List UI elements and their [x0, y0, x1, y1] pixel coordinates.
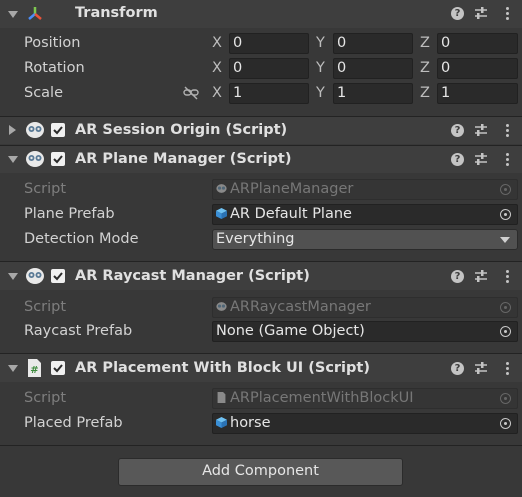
placed-prefab-label: Placed Prefab: [24, 415, 123, 431]
axis-z-label[interactable]: Z: [420, 60, 430, 76]
collapse-arrow-icon[interactable]: [8, 11, 18, 18]
prefab-icon: [216, 417, 227, 428]
object-picker-icon[interactable]: [500, 209, 511, 220]
object-picker-icon[interactable]: [500, 418, 511, 429]
position-z-field[interactable]: 0: [437, 33, 518, 54]
object-picker-icon[interactable]: [500, 326, 511, 337]
scale-y-field[interactable]: 1: [333, 83, 413, 104]
rotation-y-field[interactable]: 0: [333, 58, 413, 79]
object-picker-icon: [500, 184, 511, 195]
presets-icon[interactable]: [474, 152, 488, 166]
axis-y-label[interactable]: Y: [316, 85, 325, 101]
checkmark-icon: [53, 126, 63, 135]
position-label: Position: [24, 35, 81, 51]
script-label: Script: [24, 390, 67, 406]
scale-x-field[interactable]: 1: [229, 83, 309, 104]
more-options-icon[interactable]: [506, 270, 510, 285]
ar-plane-manager-title: AR Plane Manager (Script): [75, 151, 292, 167]
expand-arrow-icon[interactable]: [9, 125, 16, 135]
placed-prefab-value: horse: [230, 415, 271, 431]
help-icon[interactable]: ?: [451, 153, 464, 166]
presets-icon[interactable]: [474, 123, 488, 137]
rotation-label: Rotation: [24, 60, 85, 76]
script-label: Script: [24, 181, 67, 197]
script-label: Script: [24, 299, 67, 315]
enabled-checkbox[interactable]: [51, 269, 65, 283]
plane-prefab-value: AR Default Plane: [230, 206, 352, 222]
plane-prefab-label: Plane Prefab: [24, 206, 115, 222]
help-icon[interactable]: ?: [451, 362, 464, 375]
add-component-button[interactable]: Add Component: [118, 458, 403, 486]
presets-icon[interactable]: [474, 361, 488, 375]
detection-mode-label: Detection Mode: [24, 231, 139, 247]
more-options-icon[interactable]: [506, 7, 510, 22]
script-asset-icon: [216, 302, 227, 311]
chevron-down-icon: [500, 237, 510, 243]
enabled-checkbox[interactable]: [51, 361, 65, 375]
collapse-arrow-icon[interactable]: [8, 365, 18, 372]
help-icon[interactable]: ?: [451, 7, 464, 20]
axis-z-label[interactable]: Z: [420, 85, 430, 101]
object-picker-icon: [500, 393, 511, 404]
checkmark-icon: [53, 272, 63, 281]
script-value: ARPlaneManager: [230, 181, 354, 197]
script-component-icon: [26, 268, 44, 284]
script-component-icon: [26, 122, 44, 138]
checkmark-icon: [53, 155, 63, 164]
position-x-field[interactable]: 0: [229, 33, 309, 54]
collapse-arrow-icon[interactable]: [8, 156, 18, 163]
axis-x-label[interactable]: X: [212, 60, 222, 76]
transform-title: Transform: [75, 5, 158, 21]
script-value: ARRaycastManager: [230, 299, 371, 315]
script-component-icon: [26, 151, 44, 167]
csharp-script-icon: [217, 392, 226, 403]
help-icon[interactable]: ?: [451, 124, 464, 137]
collapse-arrow-icon[interactable]: [8, 273, 18, 280]
script-value: ARPlacementWithBlockUI: [230, 390, 414, 406]
presets-icon[interactable]: [474, 6, 488, 20]
axis-y-label[interactable]: Y: [316, 60, 325, 76]
more-options-icon[interactable]: [506, 362, 510, 377]
detection-mode-value: Everything: [216, 231, 295, 247]
detection-mode-dropdown[interactable]: Everything: [212, 229, 518, 250]
raycast-prefab-label: Raycast Prefab: [24, 323, 133, 339]
ar-session-origin-title: AR Session Origin (Script): [75, 122, 288, 138]
more-options-icon[interactable]: [506, 153, 510, 168]
divider: [0, 445, 522, 446]
plane-prefab-field[interactable]: AR Default Plane: [212, 204, 518, 225]
script-field: ARRaycastManager: [212, 297, 518, 318]
axis-y-label[interactable]: Y: [316, 35, 325, 51]
more-options-icon[interactable]: [506, 124, 510, 139]
ar-placement-title: AR Placement With Block UI (Script): [75, 360, 370, 376]
enabled-checkbox[interactable]: [51, 123, 65, 137]
enabled-checkbox[interactable]: [51, 152, 65, 166]
prefab-icon: [216, 208, 227, 219]
rotation-z-field[interactable]: 0: [437, 58, 518, 79]
script-field: ARPlacementWithBlockUI: [212, 388, 518, 409]
constrain-proportions-icon[interactable]: [183, 86, 199, 100]
rotation-x-field[interactable]: 0: [229, 58, 309, 79]
scale-label: Scale: [24, 85, 64, 101]
placed-prefab-field[interactable]: horse: [212, 413, 518, 434]
raycast-prefab-field[interactable]: None (Game Object): [212, 321, 518, 342]
script-field: ARPlaneManager: [212, 179, 518, 200]
svg-text:#: #: [30, 365, 38, 376]
axis-x-label[interactable]: X: [212, 35, 222, 51]
script-asset-icon: [216, 184, 227, 193]
transform-axis-icon: [28, 7, 42, 20]
presets-icon[interactable]: [474, 269, 488, 283]
object-picker-icon: [500, 302, 511, 313]
help-icon[interactable]: ?: [451, 270, 464, 283]
checkmark-icon: [53, 364, 63, 373]
scale-z-field[interactable]: 1: [437, 83, 518, 104]
csharp-script-icon: #: [28, 359, 41, 377]
position-y-field[interactable]: 0: [333, 33, 413, 54]
axis-x-label[interactable]: X: [212, 85, 222, 101]
axis-z-label[interactable]: Z: [420, 35, 430, 51]
ar-raycast-manager-title: AR Raycast Manager (Script): [75, 268, 310, 284]
